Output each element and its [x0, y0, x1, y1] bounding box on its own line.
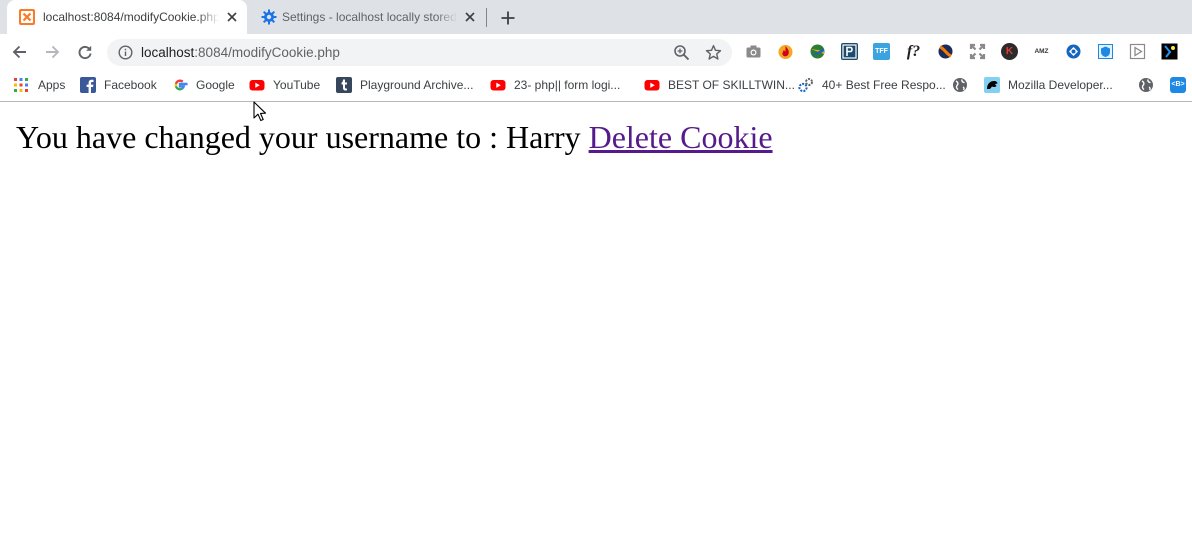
play-icon[interactable]: [1129, 43, 1146, 60]
bookmark-label: BEST OF SKILLTWIN...: [668, 78, 795, 92]
page-content: You have changed your username to : Harr…: [0, 103, 1192, 556]
google-icon: [174, 79, 188, 91]
bookmark-label: Playground Archive...: [360, 78, 474, 92]
tab-modify-cookie[interactable]: localhost:8084/modifyCookie.php: [7, 0, 247, 34]
bookmarks-bar: Apps Facebook Google YouTube Playground …: [0, 70, 1192, 102]
bookmark-bootstrap[interactable]: <B>: [1170, 76, 1192, 94]
bookmark-youtube[interactable]: YouTube: [249, 76, 320, 94]
f-question-icon[interactable]: f?: [905, 43, 922, 60]
tab-title: Settings - localhost locally stored data: [282, 10, 457, 24]
bookmark-label: Facebook: [104, 78, 157, 92]
youtube-icon: [490, 80, 506, 91]
bookmark-apps[interactable]: Apps: [13, 76, 65, 94]
bookmark-best-of-skilltwin[interactable]: BEST OF SKILLTWIN...: [644, 76, 795, 94]
facebook-icon: [80, 77, 96, 93]
bootstrap-icon: <B>: [1170, 77, 1186, 93]
xampp-icon: [19, 9, 35, 25]
shield-icon[interactable]: [1097, 43, 1114, 60]
settings-gear-icon: [261, 9, 277, 25]
camera-icon[interactable]: [745, 43, 762, 60]
blue-circle-icon[interactable]: [1065, 43, 1082, 60]
tab-title: localhost:8084/modifyCookie.php: [43, 10, 219, 24]
forward-arrow-icon[interactable]: [42, 42, 62, 62]
bookmark-label: 40+ Best Free Respo...: [822, 78, 946, 92]
bookmark-label: Google: [196, 78, 235, 92]
bookmark-globe-1[interactable]: [952, 76, 976, 94]
delete-cookie-link[interactable]: Delete Cookie: [589, 119, 773, 155]
bookmark-label: Mozilla Developer...: [1008, 78, 1113, 92]
amz-icon[interactable]: AMZ: [1033, 43, 1050, 60]
bookmark-php-form-login[interactable]: 23- php|| form logi...: [490, 76, 620, 94]
close-tab-icon[interactable]: [226, 11, 238, 23]
plus-icon[interactable]: [498, 8, 518, 28]
bookmark-label: Apps: [38, 78, 66, 92]
bookmark-mozilla-developer[interactable]: Mozilla Developer...: [984, 76, 1113, 94]
p-letter-icon: [842, 44, 857, 59]
message-text: You have changed your username to : Harr…: [16, 119, 581, 155]
tff-icon[interactable]: TFF: [873, 43, 890, 60]
address-bar[interactable]: localhost:8084/modifyCookie.php: [107, 39, 732, 66]
address-url[interactable]: localhost:8084/modifyCookie.php: [141, 45, 340, 60]
bookmark-playground-archive[interactable]: Playground Archive...: [336, 76, 473, 94]
username-changed-message: You have changed your username to : Harr…: [16, 119, 773, 155]
tab-separator: [486, 8, 487, 27]
expand-icon[interactable]: [969, 43, 986, 60]
apps-grid-icon: [14, 78, 28, 92]
colorful-globe-icon[interactable]: [809, 43, 826, 60]
fire-icon[interactable]: [777, 43, 794, 60]
browser-toolbar: localhost:8084/modifyCookie.php TFF f? K…: [0, 34, 1192, 70]
close-tab-icon[interactable]: [464, 11, 476, 23]
youtube-icon: [644, 80, 660, 91]
dark-square-icon[interactable]: [1161, 43, 1178, 60]
k-circle-icon[interactable]: K: [1001, 43, 1018, 60]
tumblr-icon: [336, 77, 352, 93]
bookmark-facebook[interactable]: Facebook: [80, 76, 157, 94]
bookmark-best-free-responsive[interactable]: 40+ Best Free Respo...: [798, 76, 946, 94]
bookmark-globe-2[interactable]: [1138, 76, 1162, 94]
globe-icon: [953, 78, 967, 92]
url-host: localhost: [141, 45, 195, 60]
sphere-icon[interactable]: [937, 43, 954, 60]
bookmark-google[interactable]: Google: [172, 76, 235, 94]
bookmark-label: 23- php|| form logi...: [514, 78, 621, 92]
back-arrow-icon[interactable]: [10, 42, 30, 62]
youtube-icon: [249, 80, 265, 91]
reload-icon[interactable]: [75, 42, 95, 62]
zoom-icon[interactable]: [673, 44, 690, 61]
url-path: :8084/modifyCookie.php: [194, 45, 340, 60]
globe-icon: [1139, 78, 1153, 92]
tab-settings[interactable]: Settings - localhost locally stored data: [249, 0, 485, 34]
bookmark-star-icon[interactable]: [705, 44, 722, 61]
tab-strip: localhost:8084/modifyCookie.php Settings…: [0, 0, 1192, 34]
info-icon[interactable]: [118, 45, 133, 60]
mozilla-icon: [984, 77, 1000, 93]
gear-cluster-icon: [798, 78, 813, 93]
bookmark-label: YouTube: [273, 78, 321, 92]
mouse-pointer-icon: [253, 101, 267, 122]
p-square-icon[interactable]: [841, 43, 858, 60]
